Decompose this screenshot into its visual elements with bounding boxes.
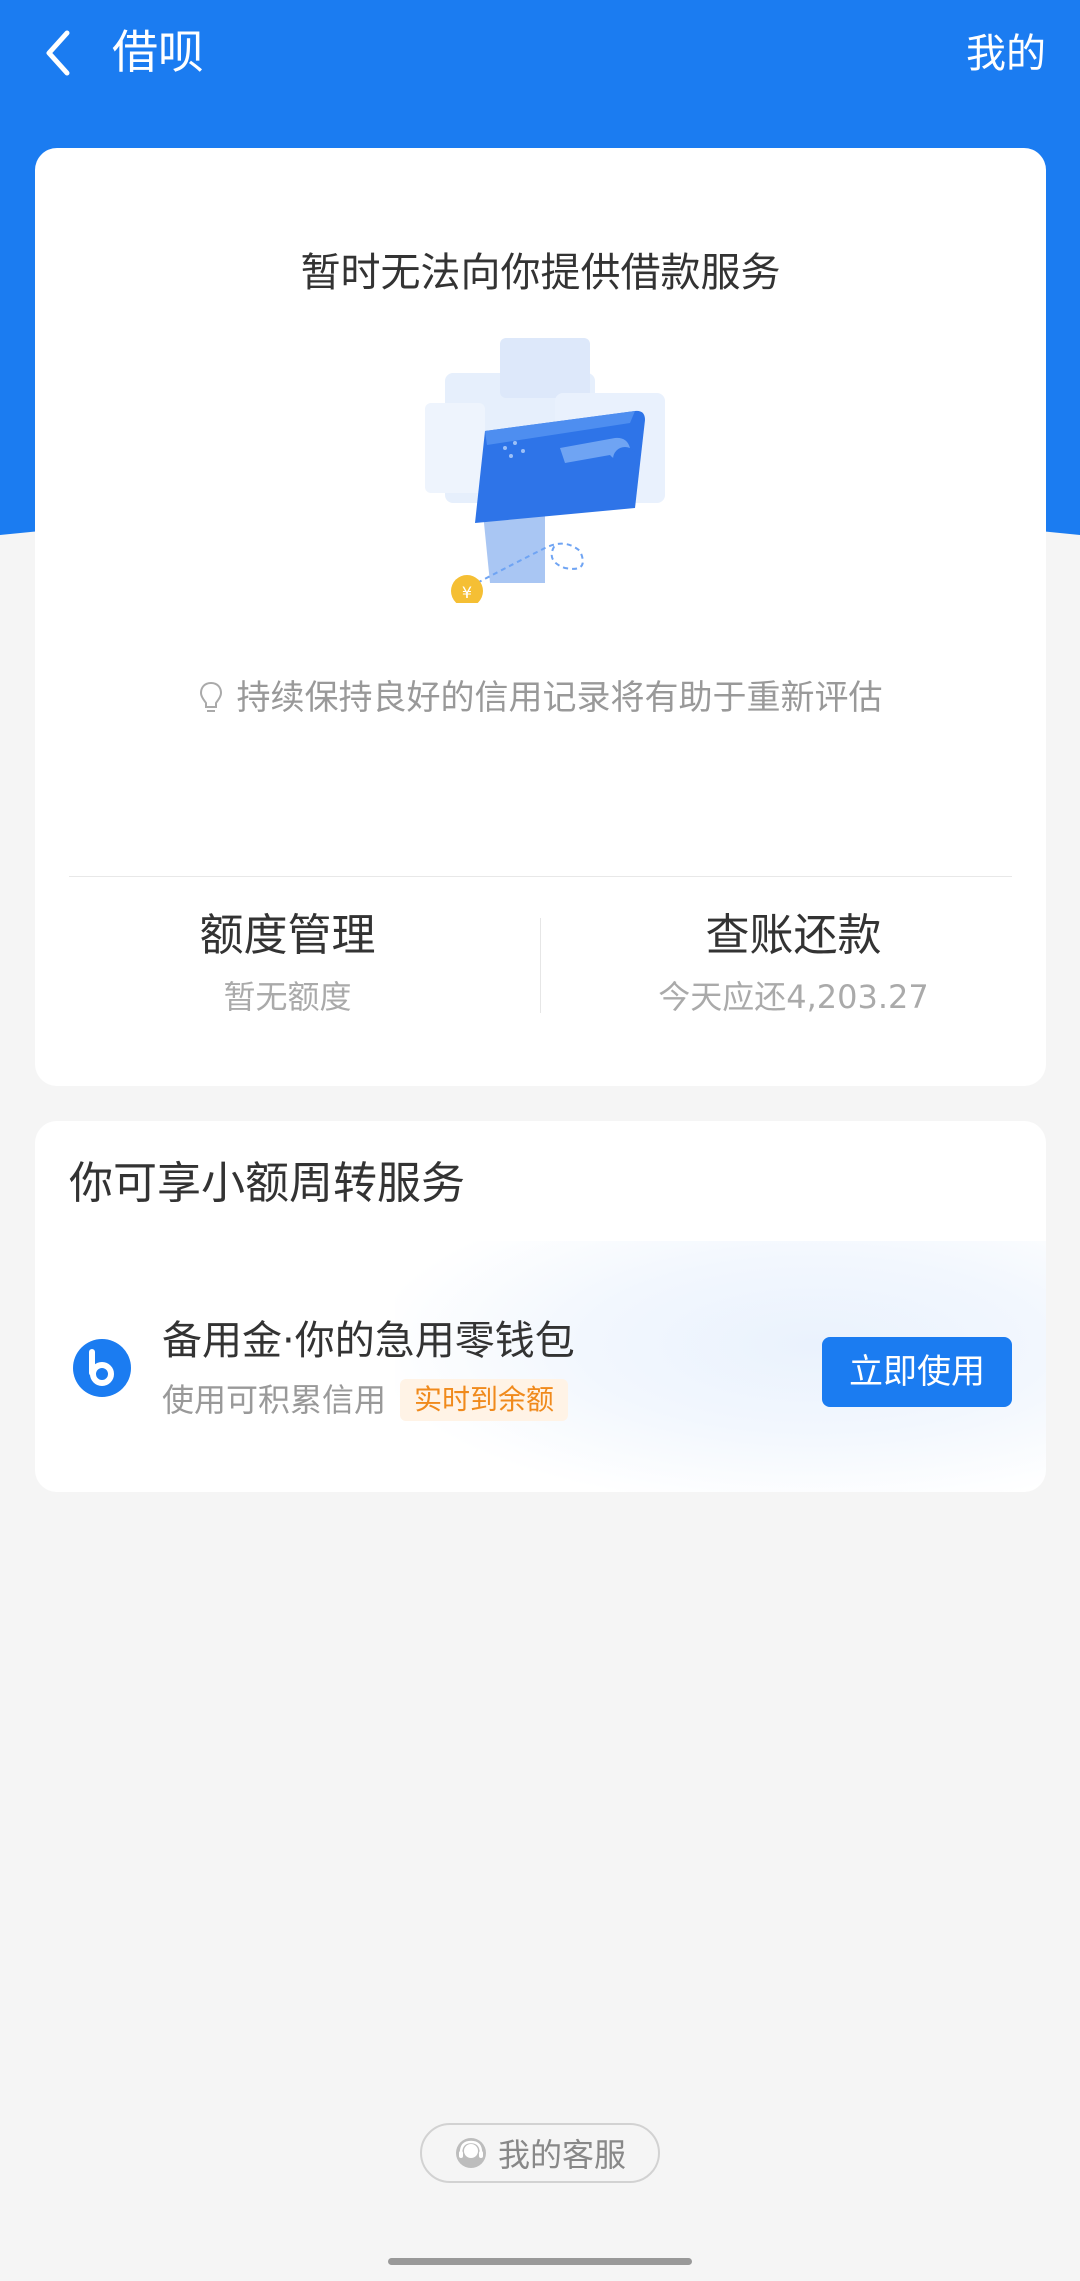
- service-card: 你可享小额周转服务 备用金·你的急用零钱包 使用可积累信用 实时到余额 立即使用: [35, 1121, 1046, 1492]
- bill-title: 查账还款: [705, 910, 882, 961]
- b-logo-icon: [73, 1339, 131, 1397]
- service-description: 使用可积累信用 实时到余额: [162, 1375, 569, 1425]
- customer-service-button[interactable]: 我的客服: [420, 2123, 660, 2183]
- home-indicator[interactable]: [388, 2258, 692, 2265]
- divider: [69, 876, 1012, 877]
- page-title: 借呗: [112, 25, 204, 79]
- svg-text:¥: ¥: [462, 583, 472, 602]
- chevron-left-icon: [46, 30, 70, 76]
- lightbulb-icon: [199, 681, 222, 712]
- tip-row: 持续保持良好的信用记录将有助于重新评估: [35, 668, 1046, 728]
- wallet-illustration: ¥: [425, 338, 665, 603]
- service-desc-text: 使用可积累信用: [162, 1381, 387, 1419]
- limit-subtitle: 暂无额度: [223, 978, 352, 1016]
- loan-status-card: 暂时无法向你提供借款服务 ¥ 持续保持良好的信用记录将有助于重新评估 额度管理 …: [35, 148, 1046, 1086]
- customer-service-label: 我的客服: [497, 2136, 626, 2174]
- service-name: 备用金·你的急用零钱包: [162, 1318, 575, 1364]
- use-now-button[interactable]: 立即使用: [822, 1337, 1012, 1407]
- tip-text: 持续保持良好的信用记录将有助于重新评估: [236, 678, 883, 718]
- limit-title: 额度管理: [199, 910, 376, 961]
- headset-icon: [455, 2138, 486, 2168]
- bill-repayment[interactable]: 查账还款 今天应还4,203.27: [541, 903, 1046, 1023]
- service-title: 你可享小额周转服务: [69, 1158, 465, 1209]
- back-button[interactable]: [30, 25, 86, 81]
- status-title: 暂时无法向你提供借款服务: [300, 250, 781, 296]
- service-tag: 实时到余额: [400, 1379, 569, 1421]
- nav-bar: 借呗 我的: [0, 0, 1080, 110]
- limit-management[interactable]: 额度管理 暂无额度: [35, 903, 540, 1023]
- my-button[interactable]: 我的: [966, 25, 1046, 83]
- bill-subtitle: 今天应还4,203.27: [658, 978, 929, 1016]
